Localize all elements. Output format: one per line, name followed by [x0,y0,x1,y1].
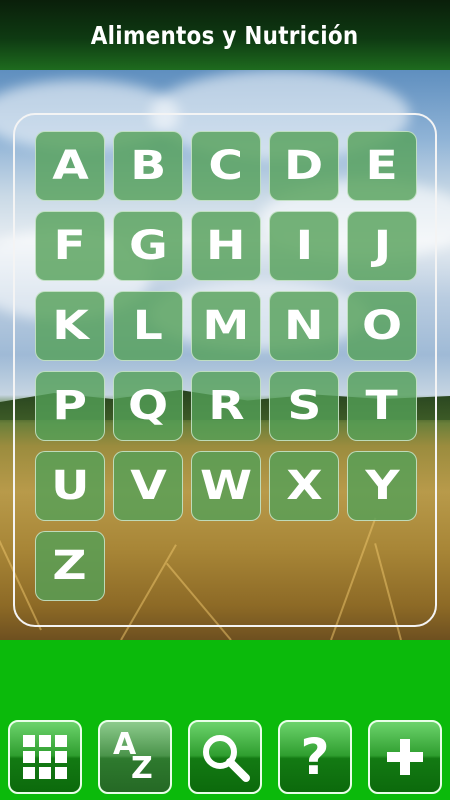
categories-grid-button[interactable] [8,720,82,794]
help-icon: ? [300,728,330,786]
letter-tile-label: F [53,223,87,269]
letter-tile-j[interactable]: J [347,211,417,281]
letter-tile-label: C [208,143,244,189]
letter-tile-d[interactable]: D [269,131,339,201]
letter-tile-s[interactable]: S [269,371,339,441]
letter-tile-q[interactable]: Q [113,371,183,441]
letter-tile-l[interactable]: L [113,291,183,361]
letter-tile-a[interactable]: A [35,131,105,201]
letter-tile-v[interactable]: V [113,451,183,521]
letter-tile-label: G [128,223,168,269]
letter-tile-t[interactable]: T [347,371,417,441]
letter-tile-label: A [51,143,89,189]
letter-tile-label: B [130,143,166,189]
az-letter-z: Z [131,751,153,786]
letter-tile-label: E [365,143,399,189]
search-button[interactable] [188,720,262,794]
letter-tile-label: N [284,303,324,349]
letter-tile-label: U [50,463,90,509]
app-title: Alimentos y Nutrición [91,20,359,50]
letter-tile-label: L [132,303,164,349]
letter-tile-label: Y [364,463,400,509]
letter-tile-label: W [199,463,253,509]
letter-tile-h[interactable]: H [191,211,261,281]
add-button[interactable] [368,720,442,794]
letter-tile-c[interactable]: C [191,131,261,201]
letter-tile-label: M [202,303,250,349]
letter-tile-label: O [361,303,403,349]
letter-tile-label: S [287,383,321,429]
letter-tile-p[interactable]: P [35,371,105,441]
letter-tile-z[interactable]: Z [35,531,105,601]
letter-tile-label: H [206,223,246,269]
letter-tile-label: V [129,463,167,509]
letter-tile-r[interactable]: R [191,371,261,441]
letter-tile-n[interactable]: N [269,291,339,361]
letter-tile-label: K [51,303,89,349]
letter-tile-b[interactable]: B [113,131,183,201]
letter-tile-f[interactable]: F [35,211,105,281]
letter-tile-label: P [52,383,88,429]
letter-tile-m[interactable]: M [191,291,261,361]
help-button[interactable]: ? [278,720,352,794]
letter-tile-y[interactable]: Y [347,451,417,521]
letter-tile-e[interactable]: E [347,131,417,201]
az-sort-icon: A Z [107,727,163,786]
alphabetical-button[interactable]: A Z [98,720,172,794]
letter-tile-label: X [285,463,323,509]
letter-tile-i[interactable]: I [269,211,339,281]
letter-tile-w[interactable]: W [191,451,261,521]
plus-icon [387,739,423,775]
letter-tile-g[interactable]: G [113,211,183,281]
letter-tile-label: R [207,383,245,429]
letter-tile-label: Q [127,383,169,429]
letter-tile-x[interactable]: X [269,451,339,521]
app-header: Alimentos y Nutrición [0,0,450,70]
letter-tile-label: D [284,143,324,189]
letter-tile-label: T [365,383,399,429]
letter-tile-u[interactable]: U [35,451,105,521]
letter-tile-k[interactable]: K [35,291,105,361]
letter-tile-label: Z [52,543,88,589]
letter-tile-label: J [373,223,391,269]
search-icon [203,735,250,782]
letter-tile-label: I [295,223,313,269]
letter-tile-o[interactable]: O [347,291,417,361]
grid-icon [23,735,67,779]
